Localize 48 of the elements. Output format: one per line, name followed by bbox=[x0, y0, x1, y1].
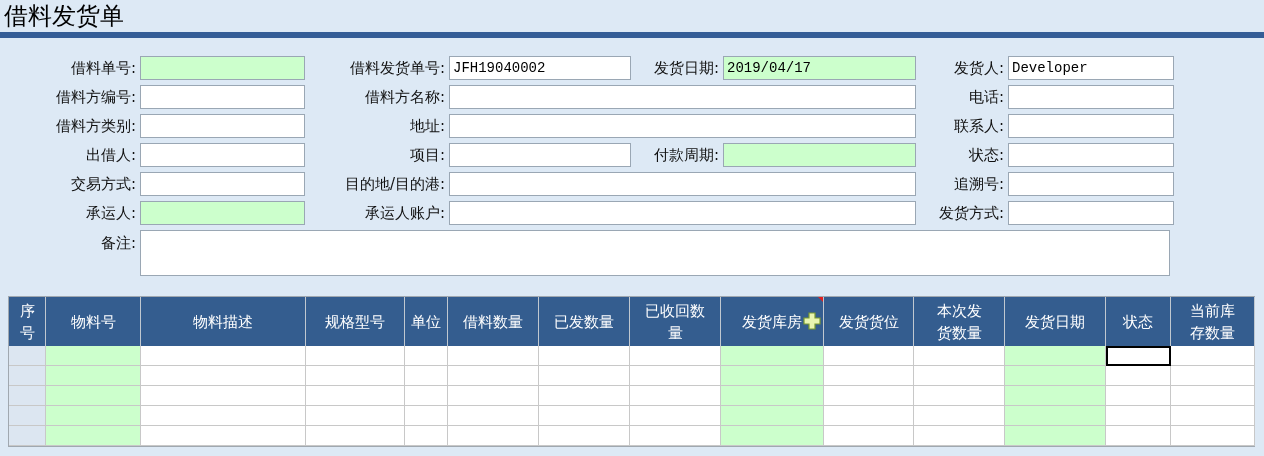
text-field[interactable] bbox=[449, 201, 916, 225]
field-value: 2019/04/17 bbox=[727, 58, 811, 78]
text-field[interactable] bbox=[1008, 143, 1174, 167]
field-label: 借料方名称: bbox=[363, 86, 446, 108]
field-label: 交易方式: bbox=[69, 173, 137, 195]
text-field[interactable] bbox=[140, 56, 305, 80]
field-value: JFH19040002 bbox=[453, 58, 546, 78]
field-label: 出借人: bbox=[84, 144, 137, 166]
field-label: 追溯号: bbox=[952, 173, 1005, 195]
text-field[interactable] bbox=[723, 143, 916, 167]
field-label: 借料方编号: bbox=[54, 86, 137, 108]
text-field[interactable] bbox=[140, 85, 305, 109]
field-label: 电话: bbox=[967, 86, 1005, 108]
field-value: Developer bbox=[1012, 58, 1088, 78]
text-field[interactable]: Developer bbox=[1008, 56, 1174, 80]
field-label: 备注: bbox=[99, 233, 137, 254]
text-field[interactable]: 2019/04/17 bbox=[723, 56, 916, 80]
field-label: 发货人: bbox=[952, 57, 1005, 79]
table-cell[interactable] bbox=[1106, 346, 1171, 366]
field-label: 承运人账户: bbox=[363, 202, 446, 224]
field-label: 借料单号: bbox=[69, 57, 137, 79]
text-field[interactable] bbox=[449, 85, 916, 109]
text-field[interactable] bbox=[1008, 201, 1174, 225]
text-field[interactable]: JFH19040002 bbox=[449, 56, 631, 80]
field-label: 借料发货单号: bbox=[348, 57, 446, 79]
text-field[interactable] bbox=[1008, 114, 1174, 138]
page-title: 借料发货单 bbox=[4, 4, 124, 28]
text-field[interactable] bbox=[449, 114, 916, 138]
text-field[interactable] bbox=[140, 143, 305, 167]
field-label: 目的地/目的港: bbox=[343, 173, 446, 195]
remark-field[interactable] bbox=[140, 230, 1170, 276]
field-label: 发货方式: bbox=[937, 202, 1005, 224]
text-field[interactable] bbox=[1008, 172, 1174, 196]
field-label: 地址: bbox=[408, 115, 446, 137]
text-field[interactable] bbox=[140, 201, 305, 225]
text-field[interactable] bbox=[140, 114, 305, 138]
field-label: 项目: bbox=[408, 144, 446, 166]
text-field[interactable] bbox=[449, 143, 631, 167]
text-field[interactable] bbox=[140, 172, 305, 196]
field-label: 发货日期: bbox=[652, 57, 720, 79]
field-label: 付款周期: bbox=[652, 144, 720, 166]
text-field[interactable] bbox=[449, 172, 916, 196]
field-label: 承运人: bbox=[84, 202, 137, 224]
field-label: 借料方类别: bbox=[54, 115, 137, 137]
plus-cursor-icon bbox=[803, 312, 821, 330]
field-label: 状态: bbox=[967, 144, 1005, 166]
text-field[interactable] bbox=[1008, 85, 1174, 109]
field-label: 联系人: bbox=[952, 115, 1005, 137]
